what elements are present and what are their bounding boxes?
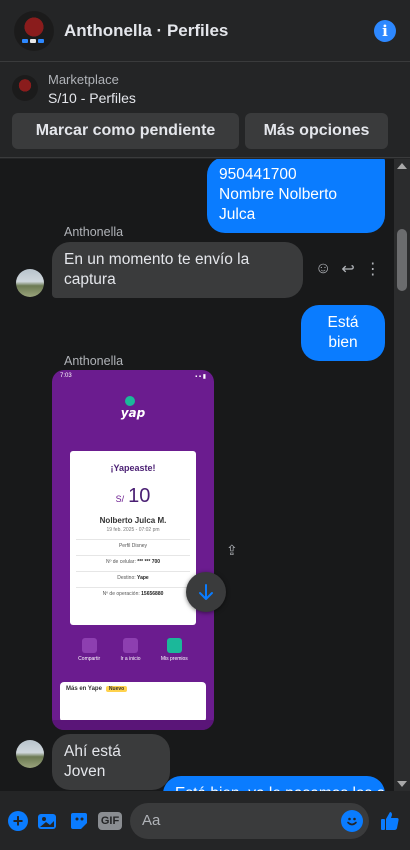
receipt-operation-row: Nº de operación: 15656880 <box>76 587 190 597</box>
yape-logo: yap <box>121 396 146 420</box>
incoming-message[interactable]: Ahí está Joven <box>52 734 170 790</box>
message-composer: + GIF <box>0 791 410 850</box>
scroll-up-arrow[interactable] <box>397 163 407 169</box>
message-list[interactable]: 950441700 Nombre Nolberto Julca Anthonel… <box>0 159 394 791</box>
listing-thumbnail[interactable] <box>12 75 38 101</box>
phone-status-bar: 7:03 ▪ ▪ ▮ <box>52 370 214 384</box>
share-icon[interactable]: ⇪ <box>226 542 238 559</box>
plus-icon[interactable]: + <box>8 810 28 832</box>
receipt-destination-row: Destino: Yape <box>76 571 190 581</box>
payment-receipt: ¡Yapeaste! S/ 10 Nolberto Julca M. 19 fe… <box>70 451 196 625</box>
receipt-date: 19 feb. 2025 - 07:02 pm <box>106 527 160 533</box>
message-input[interactable] <box>142 812 341 829</box>
listing-title[interactable]: S/10 - Perfiles <box>48 90 136 106</box>
rewards-action: Mis premios <box>161 638 188 662</box>
thumbs-up-icon[interactable] <box>379 810 401 832</box>
message-text-line: 950441700 <box>219 166 297 183</box>
home-action: Ir a inicio <box>120 638 141 662</box>
message-actions: ☺ ↩ ⋮ <box>315 259 381 279</box>
outgoing-message[interactable]: Está bien, ya le pasamos los accesos <box>163 776 385 791</box>
svg-text:yap: yap <box>121 406 146 420</box>
conversation-title[interactable]: Anthonella · Perfiles <box>64 21 374 41</box>
more-options-button[interactable]: Más opciones <box>245 113 388 149</box>
mark-pending-button[interactable]: Marcar como pendiente <box>12 113 239 149</box>
arrow-down-icon <box>199 584 213 600</box>
message-input-box[interactable] <box>130 802 369 839</box>
receipt-recipient: Nolberto Julca M. <box>99 516 167 525</box>
conversation-header: Anthonella · Perfiles i <box>0 0 410 62</box>
scroll-thumb[interactable] <box>397 229 407 291</box>
receipt-concept: Perfil Disney <box>76 539 190 549</box>
status-icons: ▪ ▪ ▮ <box>195 374 206 380</box>
outgoing-message[interactable]: Está bien <box>301 305 385 361</box>
marketplace-context: Marketplace S/10 - Perfiles Marcar como … <box>0 62 410 158</box>
receipt-cell-row: Nº de celular: *** *** 700 <box>76 555 190 565</box>
receipt-title: ¡Yapeaste! <box>110 463 156 473</box>
phone-nav-bar <box>52 720 214 730</box>
conversation-avatar[interactable] <box>14 10 54 51</box>
message-text-line: Nombre Nolberto Julca <box>219 186 338 223</box>
react-icon[interactable]: ☺ <box>315 260 331 278</box>
sticker-icon[interactable] <box>68 810 90 832</box>
chat-scrollbar[interactable] <box>394 159 410 791</box>
gallery-icon[interactable] <box>37 810 59 832</box>
avatar-badges <box>22 38 44 43</box>
sender-avatar[interactable] <box>16 740 44 768</box>
receipt-amount: 10 <box>128 485 151 507</box>
scroll-to-bottom-button[interactable] <box>186 572 226 612</box>
reply-icon[interactable]: ↩ <box>341 259 354 279</box>
incoming-message[interactable]: En un momento te envío la captura <box>52 242 303 298</box>
share-action: Compartir <box>78 638 100 662</box>
more-icon[interactable]: ⋮ <box>365 259 381 279</box>
emoji-icon[interactable] <box>341 809 363 832</box>
marketplace-label: Marketplace <box>48 72 119 87</box>
outgoing-message[interactable]: 950441700 Nombre Nolberto Julca <box>207 159 385 233</box>
more-in-yape-card: Más en Yape Nuevo <box>60 682 206 722</box>
image-attachment[interactable]: 7:03 ▪ ▪ ▮ yap ¡Yapeaste! S/ 10 Nolberto… <box>52 370 214 730</box>
status-time: 7:03 <box>60 373 72 379</box>
gif-icon[interactable]: GIF <box>97 810 123 832</box>
sender-name: Anthonella <box>64 225 124 239</box>
receipt-currency: S/ <box>115 494 125 504</box>
info-icon[interactable]: i <box>374 19 396 42</box>
receipt-actions: Compartir Ir a inicio Mis premios <box>52 638 214 662</box>
sender-name: Anthonella <box>64 354 124 368</box>
scroll-down-arrow[interactable] <box>397 781 407 787</box>
sender-avatar[interactable] <box>16 269 44 297</box>
